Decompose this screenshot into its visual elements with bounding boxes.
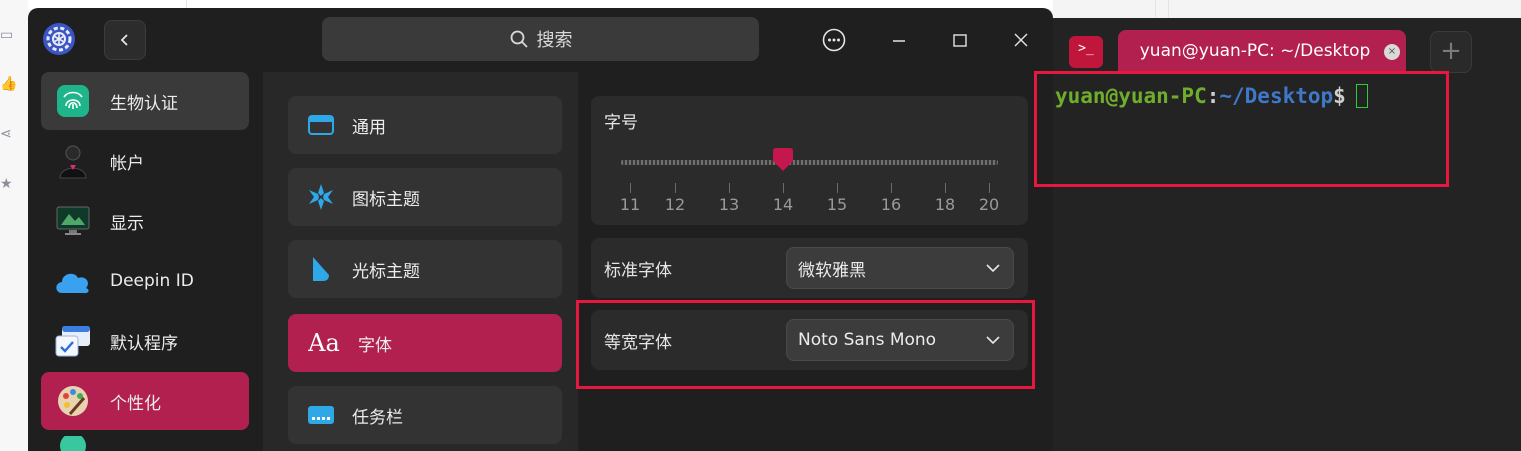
menu-item-label: 字体 [358, 335, 392, 356]
terminal-app-icon: >_ [1069, 36, 1103, 68]
slider-tick-label: 16 [880, 195, 902, 214]
standard-font-panel: 标准字体 微软雅黑 [591, 238, 1028, 298]
menu-item-cursor-theme[interactable]: 光标主题 [288, 240, 562, 298]
divider [1168, 0, 1169, 18]
search-placeholder: 搜索 [536, 30, 573, 51]
minimize-icon [893, 40, 905, 42]
search-input[interactable]: 搜索 [322, 17, 759, 61]
slider-tick-label: 11 [619, 195, 641, 214]
menu-item-label: 图标主题 [352, 189, 420, 210]
cursor-theme-icon [306, 254, 336, 284]
background-window-top-right [1053, 0, 1521, 18]
sidebar-item-biometric-auth[interactable]: 生物认证 [41, 72, 249, 130]
close-icon [1014, 33, 1028, 47]
menu-item-label: 通用 [352, 117, 386, 138]
slider-tick-label: 15 [826, 195, 848, 214]
slider-tick [989, 183, 990, 193]
tab-close-icon[interactable]: × [1384, 44, 1400, 60]
more-options-button[interactable] [820, 26, 848, 54]
sidebar-item-accounts[interactable]: 帐户 [41, 132, 249, 190]
slider-tick [837, 183, 838, 193]
standard-font-label: 标准字体 [604, 260, 672, 281]
slider-tick-label: 20 [978, 195, 1000, 214]
thumbs-up-icon: 👍 [0, 76, 18, 92]
monospace-font-highlight [576, 300, 1035, 389]
terminal-icon-glyph: >_ [1078, 41, 1094, 56]
menu-item-font[interactable]: Aa 字体 [288, 314, 562, 372]
window-icon [306, 110, 336, 140]
sidebar-item-deepin-id[interactable]: Deepin ID [41, 252, 249, 310]
sidebar-item-label: Deepin ID [110, 271, 194, 291]
search-icon [510, 30, 528, 48]
terminal-tab-bar: >_ yuan@yuan-PC: ~/Desktop × + [1053, 18, 1521, 73]
standard-font-dropdown[interactable]: 微软雅黑 [786, 247, 1014, 289]
minimize-button[interactable] [885, 26, 913, 54]
font-size-panel: 字号 11 12 13 14 15 16 18 20 [591, 96, 1028, 225]
sidebar-item-label: 帐户 [110, 153, 144, 174]
plus-icon: + [1440, 36, 1462, 66]
font-size-label: 字号 [604, 113, 638, 133]
slider-tick-label: 14 [772, 195, 794, 214]
app-icon [53, 436, 93, 451]
sidebar-item-partial[interactable] [41, 436, 249, 451]
back-button[interactable] [104, 20, 146, 60]
terminal-tab-title: yuan@yuan-PC: ~/Desktop [1139, 41, 1371, 61]
menu-item-general[interactable]: 通用 [288, 96, 562, 154]
menu-item-icon-theme[interactable]: 图标主题 [288, 168, 562, 226]
chevron-down-icon [986, 264, 1000, 273]
slider-tick [630, 183, 631, 193]
sidebar: 生物认证 帐户 显示 Deepin ID 默认程序 个性化 [28, 72, 263, 451]
slider-tick [783, 183, 784, 193]
sidebar-item-label: 个性化 [110, 393, 161, 414]
share-icon: ⋖ [0, 126, 12, 142]
slider-tick-label: 18 [934, 195, 956, 214]
sidebar-item-default-apps[interactable]: 默认程序 [41, 312, 249, 370]
default-apps-icon [53, 321, 93, 361]
slider-tick-label: 13 [718, 195, 740, 214]
sidebar-item-personalization[interactable]: 个性化 [41, 372, 249, 430]
close-button[interactable] [1007, 26, 1035, 54]
user-avatar-icon [53, 141, 93, 181]
icon-theme-icon [306, 182, 336, 212]
font-icon-text: Aa [308, 329, 340, 357]
chevron-left-icon [120, 34, 128, 46]
personalization-menu: 通用 图标主题 光标主题 Aa 字体 任务栏 [263, 72, 578, 451]
cloud-icon [53, 261, 93, 301]
slider-tick [891, 183, 892, 193]
dock-icon [306, 400, 336, 430]
control-center-logo-icon [42, 22, 76, 56]
star-icon: ★ [0, 176, 13, 192]
sidebar-item-label: 生物认证 [110, 93, 178, 114]
new-tab-button[interactable]: + [1430, 31, 1472, 73]
sidebar-item-label: 显示 [110, 213, 144, 234]
standard-font-value: 微软雅黑 [798, 260, 866, 281]
chat-icon: ▭ [0, 27, 14, 43]
maximize-button[interactable] [946, 26, 974, 54]
sidebar-item-display[interactable]: 显示 [41, 192, 249, 250]
titlebar: 搜索 [28, 8, 1053, 72]
background-app-strip: ▭ 👍 ⋖ ★ [0, 0, 28, 451]
palette-icon [53, 381, 93, 421]
menu-item-label: 任务栏 [352, 407, 403, 428]
font-settings: 字号 11 12 13 14 15 16 18 20 标准字体 微软雅黑 等宽字体 Noto … [578, 72, 1053, 451]
terminal-prompt-highlight [1034, 71, 1449, 187]
more-icon [822, 28, 846, 52]
font-icon: Aa [306, 328, 342, 358]
maximize-icon [953, 34, 967, 47]
font-size-slider-thumb[interactable] [770, 147, 796, 173]
menu-item-dock[interactable]: 任务栏 [288, 386, 562, 444]
sidebar-item-label: 默认程序 [110, 333, 178, 354]
slider-tick [945, 183, 946, 193]
display-icon [53, 201, 93, 241]
font-size-slider-track[interactable] [621, 160, 998, 165]
fingerprint-icon [53, 81, 93, 121]
slider-tick [729, 183, 730, 193]
terminal-tab[interactable]: yuan@yuan-PC: ~/Desktop × [1118, 30, 1406, 72]
slider-tick [675, 183, 676, 193]
menu-item-label: 光标主题 [352, 261, 420, 282]
divider [1155, 0, 1156, 18]
slider-tick-label: 12 [664, 195, 686, 214]
